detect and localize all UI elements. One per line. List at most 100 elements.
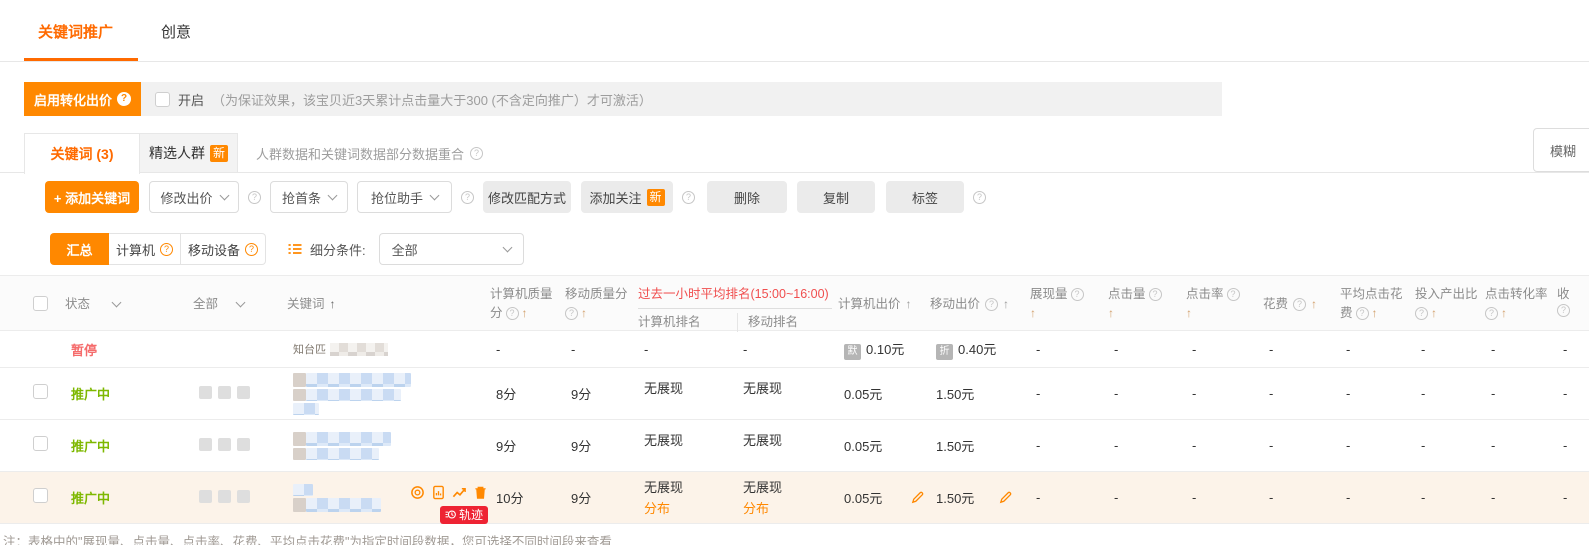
distribution-link[interactable]: 分布: [743, 498, 838, 519]
row-checkbox[interactable]: [33, 436, 48, 451]
tab-creative[interactable]: 创意: [161, 21, 191, 61]
clicks-cell: -: [1108, 438, 1186, 453]
help-icon[interactable]: [1557, 304, 1570, 317]
add-keyword-button[interactable]: + 添加关键词: [45, 181, 139, 213]
modify-bid-button[interactable]: 修改出价: [149, 181, 239, 213]
tab-audience[interactable]: 精选人群 新: [140, 133, 238, 173]
sort-asc-icon[interactable]: [1108, 304, 1114, 323]
help-icon[interactable]: [985, 298, 998, 311]
rank-group-title: 过去一小时平均排名(15:00~16:00): [638, 285, 832, 309]
sort-asc-icon[interactable]: [1030, 304, 1036, 323]
col-roi[interactable]: 投入产出比: [1415, 285, 1485, 304]
chevron-down-icon: [236, 298, 246, 308]
help-icon[interactable]: [682, 191, 695, 204]
trash-icon[interactable]: [473, 485, 488, 500]
help-icon[interactable]: [248, 191, 261, 204]
col-ctr[interactable]: 点击率: [1186, 285, 1224, 304]
segment-computer-label: 计算机: [116, 240, 155, 259]
chevron-down-icon: [430, 190, 440, 200]
col-clipped[interactable]: 收: [1557, 285, 1589, 304]
table-header: 状态 全部 关键词 计算机质量 分 移动质量分 过去一小时平均排名(15:00~…: [0, 275, 1589, 331]
help-icon[interactable]: [973, 191, 986, 204]
blur-badge: [218, 438, 231, 451]
help-icon[interactable]: [1293, 298, 1306, 311]
row-checkbox[interactable]: [33, 384, 48, 399]
keyword-blurred: [287, 430, 490, 462]
sort-asc-icon[interactable]: [1186, 304, 1192, 323]
edit-pencil-icon[interactable]: [910, 490, 925, 505]
sort-asc-icon[interactable]: [1311, 295, 1317, 314]
distribution-link[interactable]: 分布: [644, 498, 737, 519]
col-pc-rank[interactable]: 计算机排名: [638, 313, 737, 332]
enable-checkbox[interactable]: [155, 92, 170, 107]
modify-match-button[interactable]: 修改匹配方式: [483, 181, 571, 213]
sort-asc-icon[interactable]: [522, 304, 528, 323]
help-icon[interactable]: [461, 191, 474, 204]
tab-keywords[interactable]: 关键词 (3): [24, 133, 140, 174]
help-icon[interactable]: [245, 243, 258, 256]
sort-asc-icon[interactable]: [906, 295, 912, 314]
help-icon[interactable]: [1071, 288, 1084, 301]
clicks-cell: -: [1108, 342, 1186, 357]
page-tabs: 关键词推广 创意: [0, 0, 1589, 62]
col-mobile-bid[interactable]: 移动出价: [930, 295, 980, 314]
add-watch-button[interactable]: 添加关注 新: [581, 181, 673, 213]
help-icon[interactable]: [1227, 288, 1240, 301]
segment-computer[interactable]: 计算机: [109, 233, 181, 265]
overlap-note: 人群数据和关键词数据部分数据重合: [256, 133, 483, 173]
track-button[interactable]: 轨迹: [440, 506, 488, 524]
sort-asc-icon[interactable]: [1501, 304, 1507, 323]
grab-first-label: 抢首条: [282, 188, 321, 207]
mobile-rank-cell: 无展现: [737, 368, 838, 397]
tab-keyword-promotion[interactable]: 关键词推广: [38, 21, 113, 61]
tag-button[interactable]: 标签: [886, 181, 964, 213]
col-impressions[interactable]: 展现量: [1030, 285, 1068, 304]
col-avg-cpc[interactable]: 平均点击花: [1340, 285, 1415, 304]
copy-button[interactable]: 复制: [797, 181, 875, 213]
filter-label: 细分条件:: [310, 240, 366, 259]
col-pc-bid[interactable]: 计算机出价: [838, 295, 901, 314]
sort-asc-icon[interactable]: [1431, 304, 1437, 323]
status-badge: 推广中: [65, 488, 193, 507]
help-icon[interactable]: [1149, 288, 1162, 301]
help-icon[interactable]: [506, 307, 519, 320]
impressions-cell: -: [1030, 342, 1108, 357]
help-icon[interactable]: [1485, 307, 1498, 320]
delete-button[interactable]: 删除: [707, 181, 787, 213]
col-pc-quality[interactable]: 计算机质量: [490, 285, 565, 304]
col-keyword[interactable]: 关键词: [287, 295, 325, 314]
chevron-down-icon: [219, 190, 229, 200]
grab-assistant-button[interactable]: 抢位助手: [357, 181, 452, 213]
col-mobile-quality[interactable]: 移动质量分: [565, 285, 638, 304]
col-status[interactable]: 状态: [65, 295, 90, 314]
col-all-filter[interactable]: 全部: [193, 295, 218, 314]
col-mobile-rank[interactable]: 移动排名: [737, 313, 798, 332]
help-icon[interactable]: [565, 307, 578, 320]
segment-mobile-label: 移动设备: [188, 240, 240, 259]
sort-asc-icon[interactable]: [1372, 304, 1378, 323]
sort-asc-icon[interactable]: [1003, 295, 1009, 314]
help-icon[interactable]: [117, 92, 131, 106]
col-clicks[interactable]: 点击量: [1108, 285, 1146, 304]
target-icon[interactable]: [410, 485, 425, 500]
col-cvr[interactable]: 点击转化率: [1485, 285, 1557, 304]
mobile-report-icon[interactable]: [431, 485, 446, 500]
help-icon[interactable]: [1415, 307, 1428, 320]
fuzzy-button[interactable]: 模糊: [1533, 128, 1589, 172]
filter-dropdown[interactable]: 全部: [379, 233, 524, 265]
pc-bid-value: 0.05元: [838, 384, 930, 403]
enable-conversion-bid-button[interactable]: 启用转化出价: [24, 82, 141, 116]
grab-first-button[interactable]: 抢首条: [270, 181, 348, 213]
select-all-checkbox[interactable]: [33, 296, 48, 311]
segment-mobile[interactable]: 移动设备: [181, 233, 266, 265]
segment-summary[interactable]: 汇总: [50, 233, 109, 265]
help-icon[interactable]: [1356, 307, 1369, 320]
help-icon[interactable]: [160, 243, 173, 256]
help-icon[interactable]: [470, 147, 483, 160]
sort-asc-icon[interactable]: [330, 295, 336, 314]
edit-pencil-icon[interactable]: [998, 490, 1013, 505]
col-cost[interactable]: 花费: [1263, 295, 1288, 314]
trend-chart-icon[interactable]: [452, 485, 467, 500]
row-checkbox[interactable]: [33, 488, 48, 503]
sort-asc-icon[interactable]: [581, 304, 587, 323]
